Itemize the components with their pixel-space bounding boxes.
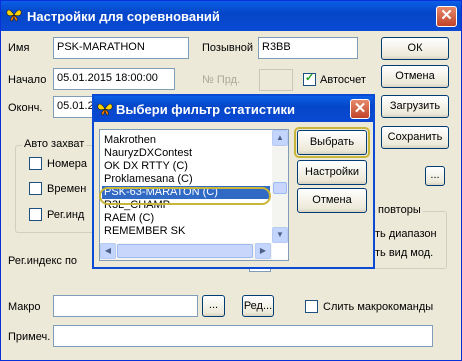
macro-browse-button[interactable]: ... bbox=[202, 295, 225, 317]
name-label: Имя bbox=[8, 42, 30, 54]
end-field[interactable]: 05.01.2 bbox=[53, 96, 93, 118]
number-checkbox-label: Номера bbox=[47, 158, 87, 170]
settings-button[interactable]: Настройки bbox=[297, 160, 367, 185]
reg-index-checkbox-label: Рег.инд bbox=[47, 209, 85, 221]
start-label: Начало bbox=[8, 74, 47, 86]
selection-highlight-ring bbox=[99, 187, 271, 205]
dialog-cancel-button[interactable]: Отмена bbox=[297, 188, 367, 213]
butterfly-icon bbox=[6, 7, 22, 23]
end-label: Оконч. bbox=[8, 102, 43, 114]
save-button[interactable]: Сохранить bbox=[381, 126, 449, 149]
butterfly-icon bbox=[97, 101, 113, 120]
callsign-field[interactable]: R3BB bbox=[258, 37, 358, 59]
dialog-title: Выбери фильтр статистики bbox=[116, 102, 295, 117]
transmitter-number-label: № Прд. bbox=[202, 74, 241, 86]
list-item[interactable]: NauryzDXContest bbox=[104, 147, 192, 160]
statistics-filter-dialog: Выбери фильтр статистики ✕ Makrothen Nau… bbox=[92, 94, 375, 269]
number-checkbox[interactable] bbox=[29, 157, 42, 170]
callsign-label: Позывной bbox=[202, 42, 254, 54]
ok-button[interactable]: ОК bbox=[381, 37, 449, 60]
autocount-label: Автосчет bbox=[320, 74, 366, 86]
merge-macros-label: Слить макрокоманды bbox=[323, 301, 434, 313]
scroll-up-icon[interactable]: ▲ bbox=[272, 130, 288, 146]
range-option-label: ть диапазон bbox=[375, 228, 437, 240]
vertical-scroll-thumb[interactable] bbox=[273, 182, 287, 194]
transmitter-number-field bbox=[259, 69, 293, 91]
list-item[interactable]: Proklamesana (C) bbox=[104, 173, 193, 186]
horizontal-scroll-thumb[interactable] bbox=[117, 244, 253, 258]
dialog-close-button[interactable]: ✕ bbox=[350, 99, 370, 119]
merge-macros-checkbox[interactable] bbox=[305, 300, 318, 313]
list-item[interactable]: Makrothen bbox=[104, 134, 156, 147]
macro-label: Макро bbox=[8, 301, 41, 313]
right-browse-button[interactable]: ... bbox=[425, 166, 445, 186]
contest-settings-window: Настройки для соревнований ✕ Имя PSK-MAR… bbox=[0, 0, 462, 361]
close-icon: ✕ bbox=[353, 100, 367, 117]
macro-edit-button[interactable]: Ред... bbox=[242, 295, 274, 317]
time-checkbox[interactable] bbox=[29, 182, 42, 195]
time-checkbox-label: Времен bbox=[47, 183, 87, 195]
autocount-checkbox[interactable] bbox=[303, 71, 316, 86]
list-item[interactable]: OK DX RTTY (C) bbox=[104, 160, 188, 173]
window-title: Настройки для соревнований bbox=[27, 9, 220, 24]
mode-option-label: ть вид мод. bbox=[375, 247, 434, 259]
horizontal-scrollbar[interactable]: ◀ ▶ bbox=[100, 243, 272, 260]
cancel-button[interactable]: Отмена bbox=[381, 65, 449, 88]
auto-capture-label: Авто захват bbox=[22, 138, 87, 150]
close-icon: ✕ bbox=[440, 7, 453, 24]
title-bar[interactable]: Настройки для соревнований ✕ bbox=[1, 1, 461, 31]
load-button[interactable]: Загрузить bbox=[381, 95, 449, 118]
scroll-down-icon[interactable]: ▼ bbox=[272, 227, 288, 243]
reg-index-checkbox[interactable] bbox=[29, 208, 42, 221]
macro-field[interactable] bbox=[53, 295, 198, 317]
repeats-label: повторы bbox=[376, 204, 423, 216]
dialog-title-bar[interactable]: Выбери фильтр статистики ✕ bbox=[94, 96, 373, 122]
reg-index-label: Рег.индекс по bbox=[8, 255, 78, 267]
note-field[interactable] bbox=[53, 325, 433, 347]
vertical-scrollbar[interactable]: ▲ ▼ bbox=[272, 130, 288, 243]
note-label: Примеч. bbox=[8, 331, 51, 343]
window-close-button[interactable]: ✕ bbox=[436, 6, 457, 27]
list-item[interactable]: REMEMBER SK bbox=[104, 225, 185, 238]
scroll-left-icon[interactable]: ◀ bbox=[100, 243, 116, 259]
name-field[interactable]: PSK-MARATHON bbox=[53, 37, 189, 59]
scroll-right-icon[interactable]: ▶ bbox=[255, 243, 271, 259]
list-item[interactable]: RAEM (C) bbox=[104, 212, 154, 225]
select-button-highlight-ring bbox=[294, 127, 370, 158]
start-field[interactable]: 05.01.2015 18:00:00 bbox=[53, 68, 175, 90]
